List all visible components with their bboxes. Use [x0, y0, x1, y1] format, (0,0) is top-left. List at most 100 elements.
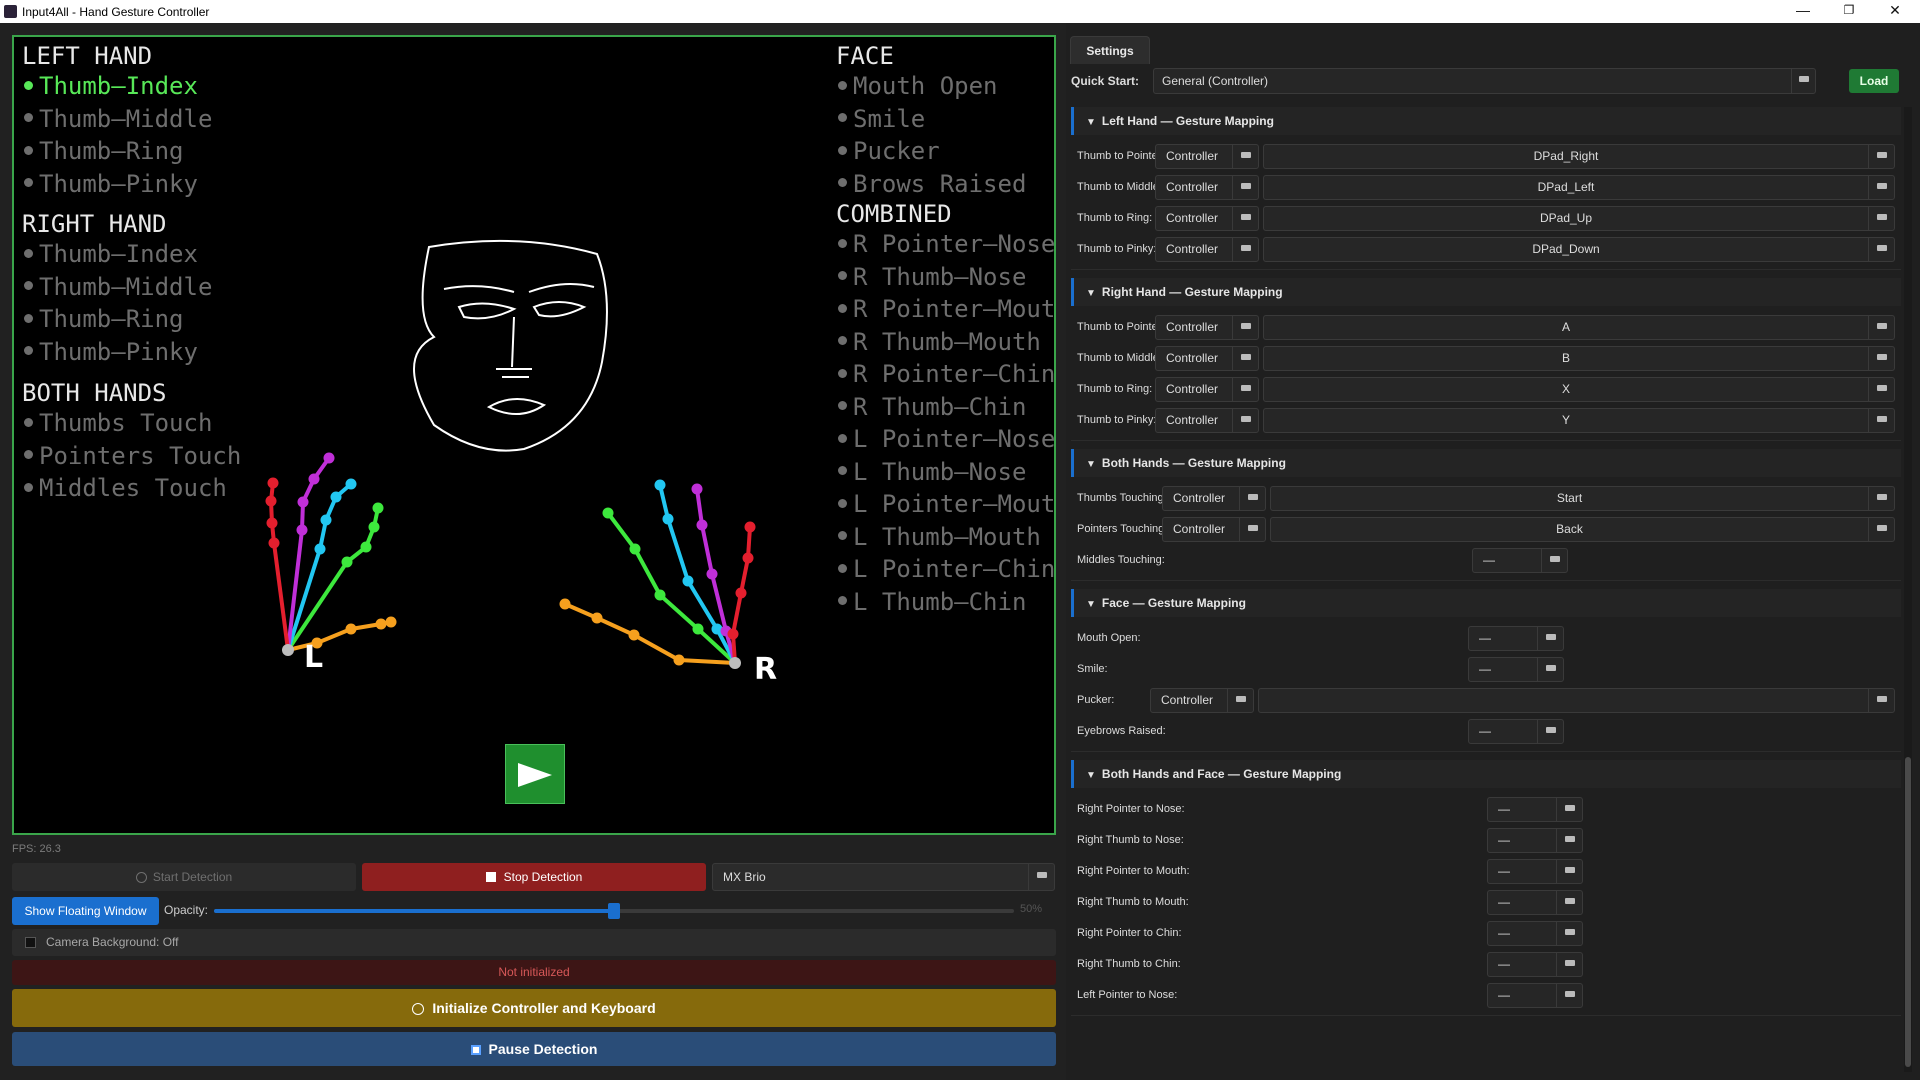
- chevron-down-icon[interactable]: [1227, 689, 1253, 712]
- load-button[interactable]: Load: [1849, 69, 1899, 93]
- device-select[interactable]: Controller: [1155, 346, 1259, 371]
- chevron-down-icon[interactable]: [1537, 658, 1563, 681]
- action-select[interactable]: X: [1263, 377, 1895, 402]
- quick-start-select[interactable]: General (Controller): [1153, 68, 1816, 94]
- action-select[interactable]: DPad_Left: [1263, 175, 1895, 200]
- chevron-down-icon[interactable]: [1868, 238, 1894, 261]
- chevron-down-icon[interactable]: [1868, 689, 1894, 712]
- pause-detection-button[interactable]: Pause Detection: [12, 1032, 1056, 1066]
- device-select[interactable]: Controller: [1155, 315, 1259, 340]
- section-header[interactable]: ▼ Right Hand — Gesture Mapping: [1071, 278, 1901, 306]
- device-select[interactable]: Controller: [1155, 144, 1259, 169]
- action-select[interactable]: DPad_Down: [1263, 237, 1895, 262]
- chevron-down-icon[interactable]: [1868, 378, 1894, 401]
- unassigned-select[interactable]: —: [1487, 952, 1583, 977]
- device-select[interactable]: Controller: [1155, 206, 1259, 231]
- chevron-down-icon[interactable]: [1868, 347, 1894, 370]
- chevron-down-icon[interactable]: [1556, 984, 1582, 1007]
- device-select[interactable]: Controller: [1155, 175, 1259, 200]
- collapse-triangle-icon[interactable]: ▼: [1086, 280, 1096, 308]
- chevron-down-icon[interactable]: [1868, 207, 1894, 230]
- section-header[interactable]: ▼ Face — Gesture Mapping: [1071, 589, 1901, 617]
- chevron-down-icon[interactable]: [1556, 860, 1582, 883]
- chevron-down-icon[interactable]: [1556, 891, 1582, 914]
- chevron-down-icon[interactable]: [1232, 238, 1258, 261]
- collapse-triangle-icon[interactable]: ▼: [1086, 591, 1096, 619]
- unassigned-select[interactable]: —: [1487, 983, 1583, 1008]
- camera-select[interactable]: MX Brio: [712, 863, 1055, 891]
- unassigned-select[interactable]: —: [1468, 657, 1564, 682]
- chevron-down-icon[interactable]: [1232, 409, 1258, 432]
- unassigned-select[interactable]: —: [1468, 719, 1564, 744]
- chevron-down-icon[interactable]: [1868, 145, 1894, 168]
- opacity-slider-handle[interactable]: [608, 903, 620, 919]
- chevron-down-icon[interactable]: [1232, 378, 1258, 401]
- action-select[interactable]: A: [1263, 315, 1895, 340]
- device-select[interactable]: Controller: [1155, 377, 1259, 402]
- action-select[interactable]: Start: [1270, 486, 1895, 511]
- chevron-down-icon[interactable]: [1232, 145, 1258, 168]
- action-select[interactable]: DPad_Up: [1263, 206, 1895, 231]
- device-select[interactable]: Controller: [1150, 688, 1254, 713]
- chevron-down-icon[interactable]: [1537, 720, 1563, 743]
- section-header[interactable]: ▼ Both Hands — Gesture Mapping: [1071, 449, 1901, 477]
- unassigned-select[interactable]: —: [1487, 921, 1583, 946]
- action-select[interactable]: Back: [1270, 517, 1895, 542]
- chevron-down-icon[interactable]: [1556, 953, 1582, 976]
- gesture-item: R Pointer–Mouth: [836, 293, 1054, 326]
- chevron-down-icon[interactable]: [1232, 316, 1258, 339]
- section-header[interactable]: ▼ Both Hands and Face — Gesture Mapping: [1071, 760, 1901, 788]
- tab-settings[interactable]: Settings: [1070, 36, 1150, 64]
- device-select[interactable]: Controller: [1162, 486, 1266, 511]
- chevron-down-icon[interactable]: [1868, 316, 1894, 339]
- device-select[interactable]: Controller: [1155, 408, 1259, 433]
- camera-background-checkbox[interactable]: [25, 937, 36, 948]
- unassigned-select[interactable]: —: [1487, 828, 1583, 853]
- action-select[interactable]: [1258, 688, 1895, 713]
- unassigned-select[interactable]: —: [1487, 890, 1583, 915]
- device-select[interactable]: Controller: [1162, 517, 1266, 542]
- chevron-down-icon[interactable]: [1791, 69, 1815, 93]
- collapse-triangle-icon[interactable]: ▼: [1086, 762, 1096, 790]
- unassigned-select[interactable]: —: [1468, 626, 1564, 651]
- initialize-button[interactable]: Initialize Controller and Keyboard: [12, 989, 1056, 1027]
- minimize-button[interactable]: —: [1780, 0, 1826, 23]
- opacity-slider[interactable]: [214, 903, 1014, 919]
- chevron-down-icon[interactable]: [1556, 922, 1582, 945]
- section-header[interactable]: ▼ Left Hand — Gesture Mapping: [1071, 107, 1901, 135]
- unassigned-select[interactable]: —: [1487, 797, 1583, 822]
- collapse-triangle-icon[interactable]: ▼: [1086, 109, 1096, 137]
- show-floating-window-button[interactable]: Show Floating Window: [12, 897, 159, 925]
- collapse-triangle-icon[interactable]: ▼: [1086, 451, 1096, 479]
- chevron-down-icon[interactable]: [1556, 798, 1582, 821]
- chevron-down-icon[interactable]: [1232, 347, 1258, 370]
- action-select[interactable]: Y: [1263, 408, 1895, 433]
- mapping-label: Thumb to Pinky:: [1077, 414, 1157, 426]
- scrollbar[interactable]: [1904, 107, 1912, 1072]
- chevron-down-icon[interactable]: [1868, 176, 1894, 199]
- maximize-button[interactable]: ❐: [1826, 0, 1872, 23]
- action-select[interactable]: DPad_Right: [1263, 144, 1895, 169]
- start-detection-button[interactable]: Start Detection: [12, 863, 356, 891]
- chevron-down-icon[interactable]: [1541, 549, 1567, 572]
- chevron-down-icon[interactable]: [1239, 518, 1265, 541]
- chevron-down-icon[interactable]: [1868, 409, 1894, 432]
- chevron-down-icon[interactable]: [1556, 829, 1582, 852]
- chevron-down-icon[interactable]: [1537, 627, 1563, 650]
- stop-detection-button[interactable]: Stop Detection: [362, 863, 706, 891]
- scrollbar-thumb[interactable]: [1905, 757, 1911, 1067]
- chevron-down-icon[interactable]: [1868, 487, 1894, 510]
- unassigned-select[interactable]: —: [1487, 859, 1583, 884]
- camera-background-toggle[interactable]: Camera Background: Off: [12, 929, 1056, 956]
- chevron-down-icon[interactable]: [1232, 207, 1258, 230]
- stop-icon: [485, 872, 496, 882]
- chevron-down-icon[interactable]: [1239, 487, 1265, 510]
- chevron-down-icon[interactable]: [1232, 176, 1258, 199]
- action-select[interactable]: B: [1263, 346, 1895, 371]
- chevron-down-icon[interactable]: [1028, 864, 1054, 890]
- chevron-down-icon[interactable]: [1868, 518, 1894, 541]
- unassigned-select[interactable]: —: [1472, 548, 1568, 573]
- close-button[interactable]: ✕: [1872, 0, 1918, 23]
- play-button[interactable]: [505, 744, 565, 804]
- device-select[interactable]: Controller: [1155, 237, 1259, 262]
